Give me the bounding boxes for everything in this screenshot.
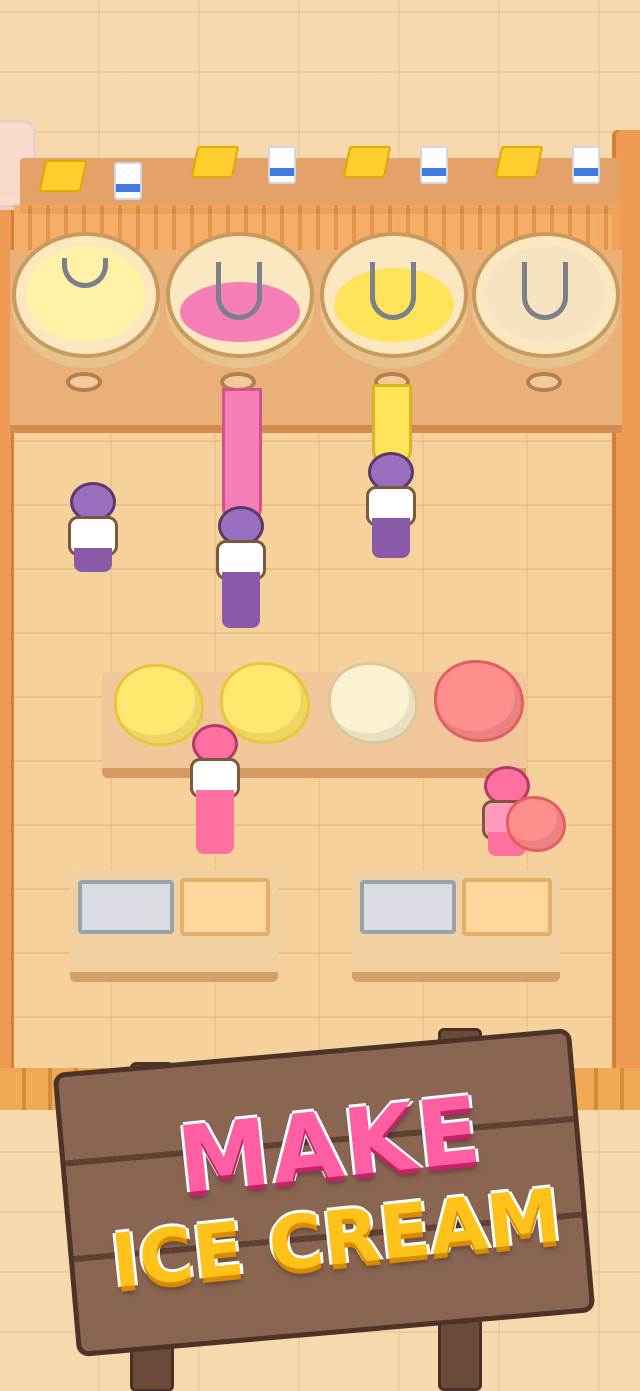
carried-scoop <box>506 796 566 852</box>
wash-station[interactable] <box>70 870 278 982</box>
sink[interactable] <box>360 880 456 934</box>
sink[interactable] <box>78 880 174 934</box>
worker-legs <box>74 548 112 572</box>
milk-carton[interactable] <box>268 146 296 184</box>
worker-character[interactable] <box>362 452 418 568</box>
game-scene[interactable]: MAKE ICE CREAM <box>0 0 640 1391</box>
mixer-vanilla[interactable] <box>12 232 160 392</box>
ice-cream-scoop-strawberry[interactable] <box>434 660 524 742</box>
butter-pack[interactable] <box>190 146 240 178</box>
worker-legs <box>372 518 410 558</box>
milk-carton[interactable] <box>572 146 600 184</box>
mixer-tap[interactable] <box>526 372 562 392</box>
whisk-icon <box>216 262 262 320</box>
wash-station[interactable] <box>352 870 560 982</box>
mixer-strawberry[interactable] <box>166 232 314 392</box>
worker-character[interactable] <box>64 482 120 572</box>
whisk-icon <box>522 262 568 320</box>
milk-carton[interactable] <box>420 146 448 184</box>
worker-legs <box>222 572 260 628</box>
butter-pack[interactable] <box>494 146 544 178</box>
tray[interactable] <box>180 878 270 936</box>
worker-legs <box>196 790 234 854</box>
tray[interactable] <box>462 878 552 936</box>
mixer-lemon[interactable] <box>320 232 468 392</box>
strawberry-stream <box>222 388 262 524</box>
mixer-empty[interactable] <box>472 232 620 392</box>
ice-cream-scoop-vanilla[interactable] <box>328 662 418 744</box>
butter-pack[interactable] <box>38 160 88 192</box>
whisk-icon <box>370 262 416 320</box>
mixer-tap[interactable] <box>66 372 102 392</box>
worker-character[interactable] <box>212 506 268 636</box>
butter-pack[interactable] <box>342 146 392 178</box>
worker-character[interactable] <box>186 724 242 864</box>
milk-carton[interactable] <box>114 162 142 200</box>
